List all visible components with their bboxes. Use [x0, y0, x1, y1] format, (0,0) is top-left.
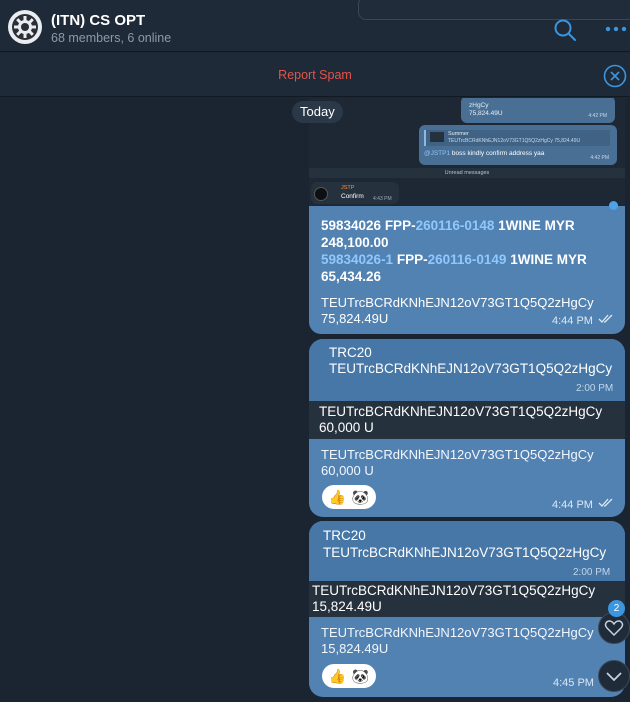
quote-time: 2:00 PM	[576, 383, 614, 394]
order-link[interactable]: 260116-0148	[416, 218, 495, 233]
message-time: 4:45 PM	[553, 677, 594, 689]
chat-header: (ITN) CS OPT 68 members, 6 online	[0, 0, 630, 52]
screenshot-time: 4:42 PM	[590, 155, 609, 161]
chevron-down-icon	[606, 672, 622, 682]
panda-icon[interactable]: 🐼	[352, 668, 369, 685]
panda-icon[interactable]: 🐼	[352, 489, 369, 506]
text-span: 1WINE MYR	[506, 252, 587, 267]
embedded-screenshot: zHgCy 75,824.49U 4:42 PM Summer TEUTrcBC…	[309, 98, 625, 206]
wallet-address: TEUTrcBCRdKNhEJN12oV73GT1Q5Q2zHgCy	[321, 295, 594, 310]
more-dots-icon[interactable]	[603, 18, 629, 40]
screenshot-quote: Summer TEUTrcBCRdKNhEJN12oV73GT1Q5Q2zHgC…	[424, 130, 610, 146]
thumbs-up-icon[interactable]: 👍	[329, 668, 346, 685]
wallet-address: TEUTrcBCRdKNhEJN12oV73GT1Q5Q2zHgCy	[321, 447, 594, 462]
quote-name: Summer	[448, 131, 469, 137]
quote-text: TEUTrcBCRdKNhEJN12oV73GT1Q5Q2zHgCy 75,82…	[448, 138, 581, 144]
reactions[interactable]: 👍 🐼	[322, 485, 376, 509]
reply-quote-sub: TEUTrcBCRdKNhEJN12oV73GT1Q5Q2zHgCy 60,00…	[309, 401, 625, 439]
reply-text: boss kindly confirm address yaa	[450, 150, 545, 157]
wallet-address: TEUTrcBCRdKNhEJN12oV73GT1Q5Q2zHgCy	[321, 625, 594, 640]
scroll-down-button[interactable]	[598, 660, 630, 692]
amount-text: 15,824.49U	[312, 599, 382, 614]
reply-quote[interactable]: TRC20 TEUTrcBCRdKNhEJN12oV73GT1Q5Q2zHgCy…	[309, 339, 625, 401]
sender-name: JSTP	[341, 185, 355, 191]
group-avatar[interactable]	[8, 10, 42, 44]
mention-link: @JSTP1	[424, 150, 451, 157]
text-span: 1WINE MYR	[494, 218, 575, 233]
report-spam-bar: Report Spam	[0, 53, 630, 97]
amount-text: 248,100.00	[321, 235, 389, 250]
reactions[interactable]: 👍 🐼	[322, 664, 376, 688]
date-separator: Today	[292, 101, 343, 123]
message-time: 4:44 PM	[552, 314, 614, 327]
double-check-icon	[598, 498, 613, 507]
quote-thumbnail	[430, 132, 444, 142]
wallet-address: TEUTrcBCRdKNhEJN12oV73GT1Q5Q2zHgCy	[312, 583, 596, 598]
thumbs-up-icon[interactable]: 👍	[329, 489, 346, 506]
unread-count-badge: 2	[608, 600, 625, 617]
order-link[interactable]: 260116-0149	[428, 252, 507, 267]
reply-quote[interactable]: TRC20 TEUTrcBCRdKNhEJN12oV73GT1Q5Q2zHgCy…	[309, 521, 625, 581]
time-text: 4:44 PM	[552, 315, 593, 327]
order-link[interactable]: 59834026-1	[321, 252, 393, 267]
message-bubble-reply[interactable]: TRC20 TEUTrcBCRdKNhEJN12oV73GT1Q5Q2zHgCy…	[309, 521, 625, 697]
time-text: 4:44 PM	[552, 499, 593, 511]
screenshot-text: zHgCy	[469, 102, 489, 109]
screenshot-time: 4:43 PM	[373, 196, 392, 202]
text-span: 59834026 FPP-	[321, 218, 416, 233]
overlay-panel-edge	[358, 0, 630, 20]
quote-address: TEUTrcBCRdKNhEJN12oV73GT1Q5Q2zHgCy	[323, 545, 607, 560]
report-spam-button[interactable]: Report Spam	[0, 68, 630, 82]
quote-title: TRC20	[329, 345, 372, 360]
amount-text: 60,000 U	[319, 420, 374, 435]
double-check-icon	[598, 314, 613, 323]
screenshot-confirm-message: JSTP Confirm 4:43 PM	[311, 182, 399, 204]
message-text: 59834026 FPP-260116-0148 1WINE MYR 248,1…	[321, 217, 621, 285]
quote-address: TEUTrcBCRdKNhEJN12oV73GT1Q5Q2zHgCy	[329, 361, 613, 376]
unread-dot	[609, 201, 618, 210]
confirm-text: Confirm	[341, 193, 364, 200]
close-circle-icon[interactable]	[603, 64, 627, 88]
member-count: 68 members, 6 online	[51, 31, 172, 45]
heart-icon	[604, 620, 624, 637]
screenshot-reply-text: @JSTP1 boss kindly confirm address yaa	[424, 150, 544, 157]
screenshot-reply-message: Summer TEUTrcBCRdKNhEJN12oV73GT1Q5Q2zHgC…	[419, 125, 617, 165]
wallet-address: TEUTrcBCRdKNhEJN12oV73GT1Q5Q2zHgCy	[319, 404, 603, 419]
message-bubble-reply[interactable]: TRC20 TEUTrcBCRdKNhEJN12oV73GT1Q5Q2zHgCy…	[309, 339, 625, 517]
chat-title[interactable]: (ITN) CS OPT	[51, 12, 145, 29]
reply-quote-sub: TEUTrcBCRdKNhEJN12oV73GT1Q5Q2zHgCy 15,82…	[309, 581, 625, 617]
avatar	[314, 187, 328, 201]
text-span: FPP-	[393, 252, 428, 267]
chat-window: (ITN) CS OPT 68 members, 6 online Report…	[0, 0, 630, 702]
message-bubble-screenshot[interactable]: zHgCy 75,824.49U 4:42 PM Summer TEUTrcBC…	[309, 98, 625, 334]
amount-text: 65,434.26	[321, 269, 382, 284]
message-time: 4:44 PM	[552, 498, 614, 511]
amount-text: 60,000 U	[321, 463, 374, 478]
gear-icon	[12, 14, 38, 40]
screenshot-time: 4:42 PM	[588, 113, 607, 119]
unread-divider: Unread messages	[309, 168, 625, 178]
quote-time: 2:00 PM	[573, 567, 611, 578]
quote-title: TRC20	[323, 528, 366, 543]
screenshot-message-top: zHgCy 75,824.49U 4:42 PM	[461, 98, 615, 123]
amount-text: 15,824.49U	[321, 641, 389, 656]
search-icon[interactable]	[552, 17, 578, 43]
time-text: 4:45 PM	[553, 677, 594, 689]
